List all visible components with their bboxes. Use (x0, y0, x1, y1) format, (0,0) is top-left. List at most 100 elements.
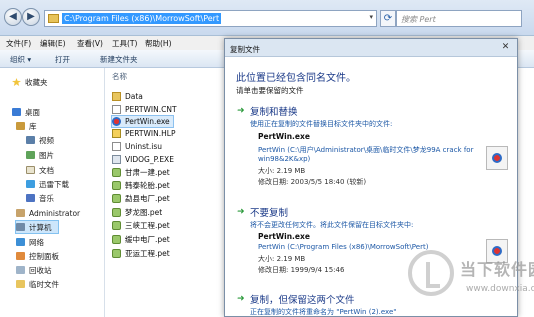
nav-pictures[interactable]: 图片 (26, 149, 54, 161)
list-item[interactable]: 韩泰轮胎.pet (112, 180, 170, 191)
pictures-icon (26, 151, 35, 159)
video-icon (26, 136, 35, 144)
address-input[interactable]: C:\Program Files (x86)\MorrowSoft\Pert ▾ (44, 10, 377, 27)
menu-edit[interactable]: 编辑(E) (40, 38, 66, 49)
new-folder-button[interactable]: 新建文件夹 (100, 54, 138, 65)
pet-file-icon (112, 208, 121, 217)
desktop-icon (12, 108, 21, 116)
option-description: 正在复制的文件将重命名为 "PertWin (2).exe" (250, 308, 397, 316)
file-name: PertWin.exe (125, 117, 170, 126)
file-name: 韩泰轮胎.pet (125, 181, 170, 190)
list-item[interactable]: PertWin.exe (111, 115, 174, 128)
pet-file-icon (112, 221, 121, 230)
file-list: 名称 Data PERTWIN.CNT PertWin.exe PERTWIN.… (106, 68, 224, 317)
dont-copy-option[interactable]: ➜ 不要复制 将不会更改任何文件。将此文件保留在目标文件夹中: PertWin.… (237, 205, 512, 285)
arrow-right-icon: ➜ (237, 207, 245, 217)
arrow-right-icon: ➜ (237, 106, 245, 116)
menu-help[interactable]: 帮助(H) (145, 38, 172, 49)
arrow-right-icon: ➜ (237, 294, 245, 304)
list-item[interactable]: Data (112, 91, 143, 102)
music-icon (26, 194, 35, 202)
nav-label: Administrator (29, 208, 81, 218)
pet-file-icon (112, 194, 121, 203)
pet-file-icon (112, 249, 121, 258)
list-item[interactable]: VIDOG_P.EXE (112, 154, 174, 165)
list-item[interactable]: PERTWIN.CNT (112, 104, 177, 115)
document-icon (112, 105, 121, 114)
nav-desktop[interactable]: 桌面 (12, 106, 40, 118)
nav-thunder-downloads[interactable]: 迅雷下载 (26, 178, 69, 190)
copy-file-dialog: 复制文件 ✕ 此位置已经包含同名文件。 请单击要保留的文件 ➜ 复制和替换 使用… (224, 38, 518, 317)
nav-label: 控制面板 (29, 251, 59, 261)
pet-file-icon (112, 235, 121, 244)
option-title: 复制，但保留这两个文件 (250, 295, 355, 306)
nav-label: 计算机 (29, 222, 52, 232)
nav-temp-files[interactable]: 临时文件 (16, 278, 59, 290)
list-item[interactable]: 缓中电厂.pet (112, 234, 170, 245)
file-modified: 修改日期: 1999/9/4 15:46 (258, 266, 345, 274)
dialog-heading: 此位置已经包含同名文件。 (236, 73, 356, 84)
refresh-button[interactable]: ⟳ (380, 10, 396, 27)
option-title: 复制和替换 (250, 107, 298, 118)
nav-computer[interactable]: 计算机 (15, 220, 59, 234)
keep-both-option[interactable]: ➜ 复制，但保留这两个文件 正在复制的文件将重命名为 "PertWin (2).… (237, 292, 512, 317)
file-thumbnail (486, 146, 508, 170)
address-bar-row: ◀ ▶ C:\Program Files (x86)\MorrowSoft\Pe… (0, 0, 534, 36)
file-name: PERTWIN.CNT (125, 105, 177, 114)
list-item[interactable]: 梦龙图.pet (112, 207, 162, 218)
menu-tools[interactable]: 工具(T) (112, 38, 137, 49)
dialog-title-bar[interactable]: 复制文件 ✕ (225, 39, 517, 57)
user-icon (16, 209, 25, 217)
file-name: 亚运工程.pet (125, 249, 170, 258)
menu-file[interactable]: 文件(F) (6, 38, 31, 49)
search-input[interactable]: 搜索 Pert (396, 10, 522, 27)
nav-label: 迅雷下载 (39, 179, 69, 189)
file-name: 勐县电厂.pet (125, 194, 170, 203)
nav-videos[interactable]: 视频 (26, 134, 54, 146)
copy-and-replace-option[interactable]: ➜ 复制和替换 使用正在复制的文件替换目标文件夹中的文件: PertWin.ex… (237, 104, 512, 194)
nav-music[interactable]: 音乐 (26, 192, 54, 204)
system-file-icon (112, 155, 121, 164)
exe-icon (112, 117, 121, 126)
option-description: 使用正在复制的文件替换目标文件夹中的文件: (250, 120, 393, 128)
nav-label: 音乐 (39, 193, 54, 203)
list-item[interactable]: 三峡工程.pet (112, 220, 170, 231)
file-path-cont: win98&2K&xp) (258, 155, 311, 163)
list-item[interactable]: 勐县电厂.pet (112, 193, 170, 204)
nav-label: 临时文件 (29, 279, 59, 289)
column-header-name[interactable]: 名称 (112, 71, 127, 82)
file-name: 梦龙图.pet (125, 208, 163, 217)
nav-favorites[interactable]: 收藏夹 (12, 76, 48, 88)
nav-library[interactable]: 库 (16, 120, 37, 132)
file-name: Data (125, 92, 143, 101)
document-icon (112, 142, 121, 151)
nav-label: 回收站 (29, 265, 52, 275)
nav-recycle-bin[interactable]: 回收站 (16, 264, 52, 276)
list-item[interactable]: PERTWIN.HLP (112, 128, 175, 139)
list-item[interactable]: 亚运工程.pet (112, 248, 170, 259)
nav-administrator[interactable]: Administrator (16, 207, 80, 219)
forward-button[interactable]: ▶ (22, 8, 40, 26)
open-button[interactable]: 打开 (55, 54, 70, 65)
organize-button[interactable]: 组织 ▾ (10, 54, 31, 65)
menu-view[interactable]: 查看(V) (77, 38, 103, 49)
library-icon (16, 122, 25, 130)
file-name: 缓中电厂.pet (125, 235, 170, 244)
chevron-down-icon[interactable]: ▾ (369, 13, 373, 21)
back-button[interactable]: ◀ (4, 8, 22, 26)
nav-control-panel[interactable]: 控制面板 (16, 250, 59, 262)
folder-icon (48, 14, 59, 23)
file-name: PERTWIN.HLP (125, 129, 176, 138)
file-modified: 修改日期: 2003/5/5 18:40 (较新) (258, 178, 367, 186)
close-icon[interactable]: ✕ (499, 41, 512, 54)
file-name: PertWin.exe (258, 232, 310, 241)
nav-network[interactable]: 网络 (16, 236, 44, 248)
nav-documents[interactable]: 文档 (26, 164, 54, 176)
address-path[interactable]: C:\Program Files (x86)\MorrowSoft\Pert (62, 13, 222, 24)
file-name: 三峡工程.pet (125, 221, 170, 230)
list-item[interactable]: Uninst.isu (112, 141, 162, 152)
list-item[interactable]: 甘肃一建.pet (112, 167, 170, 178)
recycle-bin-icon (16, 266, 25, 274)
folder-icon (16, 280, 25, 288)
option-description: 将不会更改任何文件。将此文件保留在目标文件夹中: (250, 221, 414, 229)
